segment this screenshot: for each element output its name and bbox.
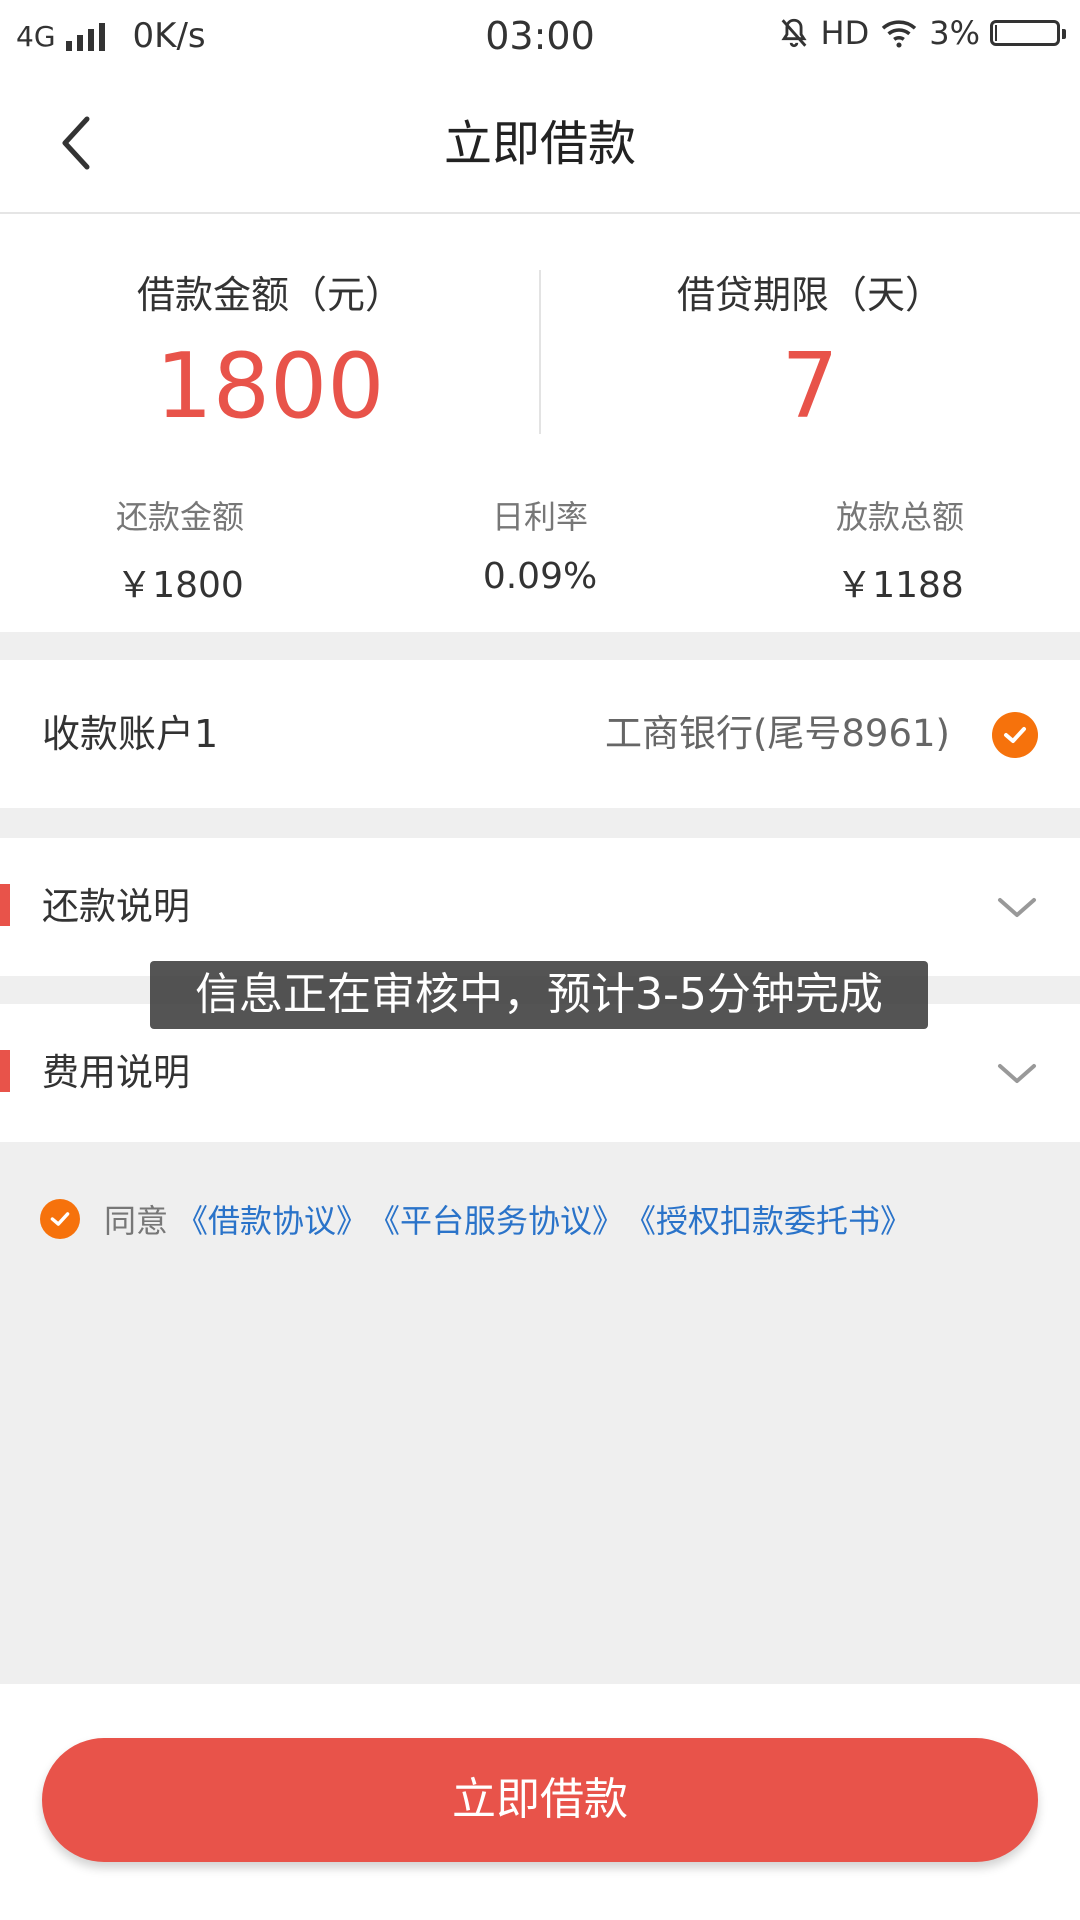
loan-stats: 还款金额 ￥1800 日利率 0.09% 放款总额 ￥1188 [0, 492, 1080, 608]
back-button[interactable] [40, 108, 110, 178]
stat-daily-rate: 日利率 0.09% [360, 492, 720, 608]
agree-check-icon[interactable] [40, 1199, 80, 1239]
status-right: HD 3% [777, 14, 1066, 52]
agree-prefix: 同意 [104, 1202, 169, 1240]
amount-block: 借款金额（元） 1800 [0, 264, 540, 437]
stat-label: 日利率 [491, 498, 588, 536]
term-block: 借贷期限（天） 7 [540, 264, 1080, 437]
borrow-now-button[interactable]: 立即借款 [42, 1738, 1038, 1862]
stat-value: 0.09% [482, 556, 598, 597]
chevron-down-icon[interactable] [992, 882, 1042, 932]
repayment-info-row[interactable]: 还款说明 [0, 838, 1080, 976]
toast-message: 信息正在审核中，预计3-5分钟完成 [150, 961, 928, 1029]
stat-label: 还款金额 [115, 498, 244, 536]
account-bank: 工商银行(尾号8961) [604, 712, 950, 755]
stat-value: ￥1188 [836, 565, 964, 606]
stat-label: 放款总额 [835, 498, 964, 536]
hd-indicator: HD [820, 14, 870, 52]
agreement-line: 同意 《借款协议》 《平台服务协议》 《授权扣款委托书》 [40, 1196, 912, 1242]
wifi-icon [882, 20, 917, 48]
battery-icon [990, 20, 1066, 46]
chevron-down-icon[interactable] [992, 1048, 1042, 1098]
debit-authorization-link[interactable]: 《授权扣款委托书》 [624, 1196, 912, 1242]
term-label: 借贷期限（天） [676, 273, 943, 317]
stat-value: ￥1800 [116, 565, 244, 606]
loan-agreement-link[interactable]: 《借款协议》 [176, 1196, 368, 1242]
account-label: 收款账户1 [42, 712, 219, 756]
section-marker [0, 884, 10, 926]
receiving-account-row[interactable]: 收款账户1 工商银行(尾号8961) [0, 660, 1080, 808]
stat-disbursed-total: 放款总额 ￥1188 [720, 492, 1080, 608]
repayment-info-label: 还款说明 [42, 885, 190, 928]
loan-summary: 借款金额（元） 1800 借贷期限（天） 7 还款金额 ￥1800 日利率 0.… [0, 214, 1080, 632]
bottom-bar: 立即借款 [0, 1684, 1080, 1920]
page-title: 立即借款 [443, 116, 636, 172]
section-marker [0, 1050, 10, 1092]
status-bar: 4G 0K/s 03:00 HD 3% [0, 0, 1080, 76]
amount-label: 借款金额（元） [136, 273, 403, 317]
amount-value: 1800 [155, 334, 385, 439]
chevron-left-icon [62, 116, 90, 170]
mute-bell-icon [780, 18, 807, 48]
stat-repayment-amount: 还款金额 ￥1800 [0, 492, 360, 608]
platform-service-agreement-link[interactable]: 《平台服务协议》 [368, 1196, 624, 1242]
battery-level [995, 25, 997, 41]
term-value: 7 [781, 334, 839, 439]
nav-bar: 立即借款 [0, 76, 1080, 214]
battery-percent: 3% [929, 14, 980, 52]
check-icon[interactable] [992, 712, 1038, 758]
